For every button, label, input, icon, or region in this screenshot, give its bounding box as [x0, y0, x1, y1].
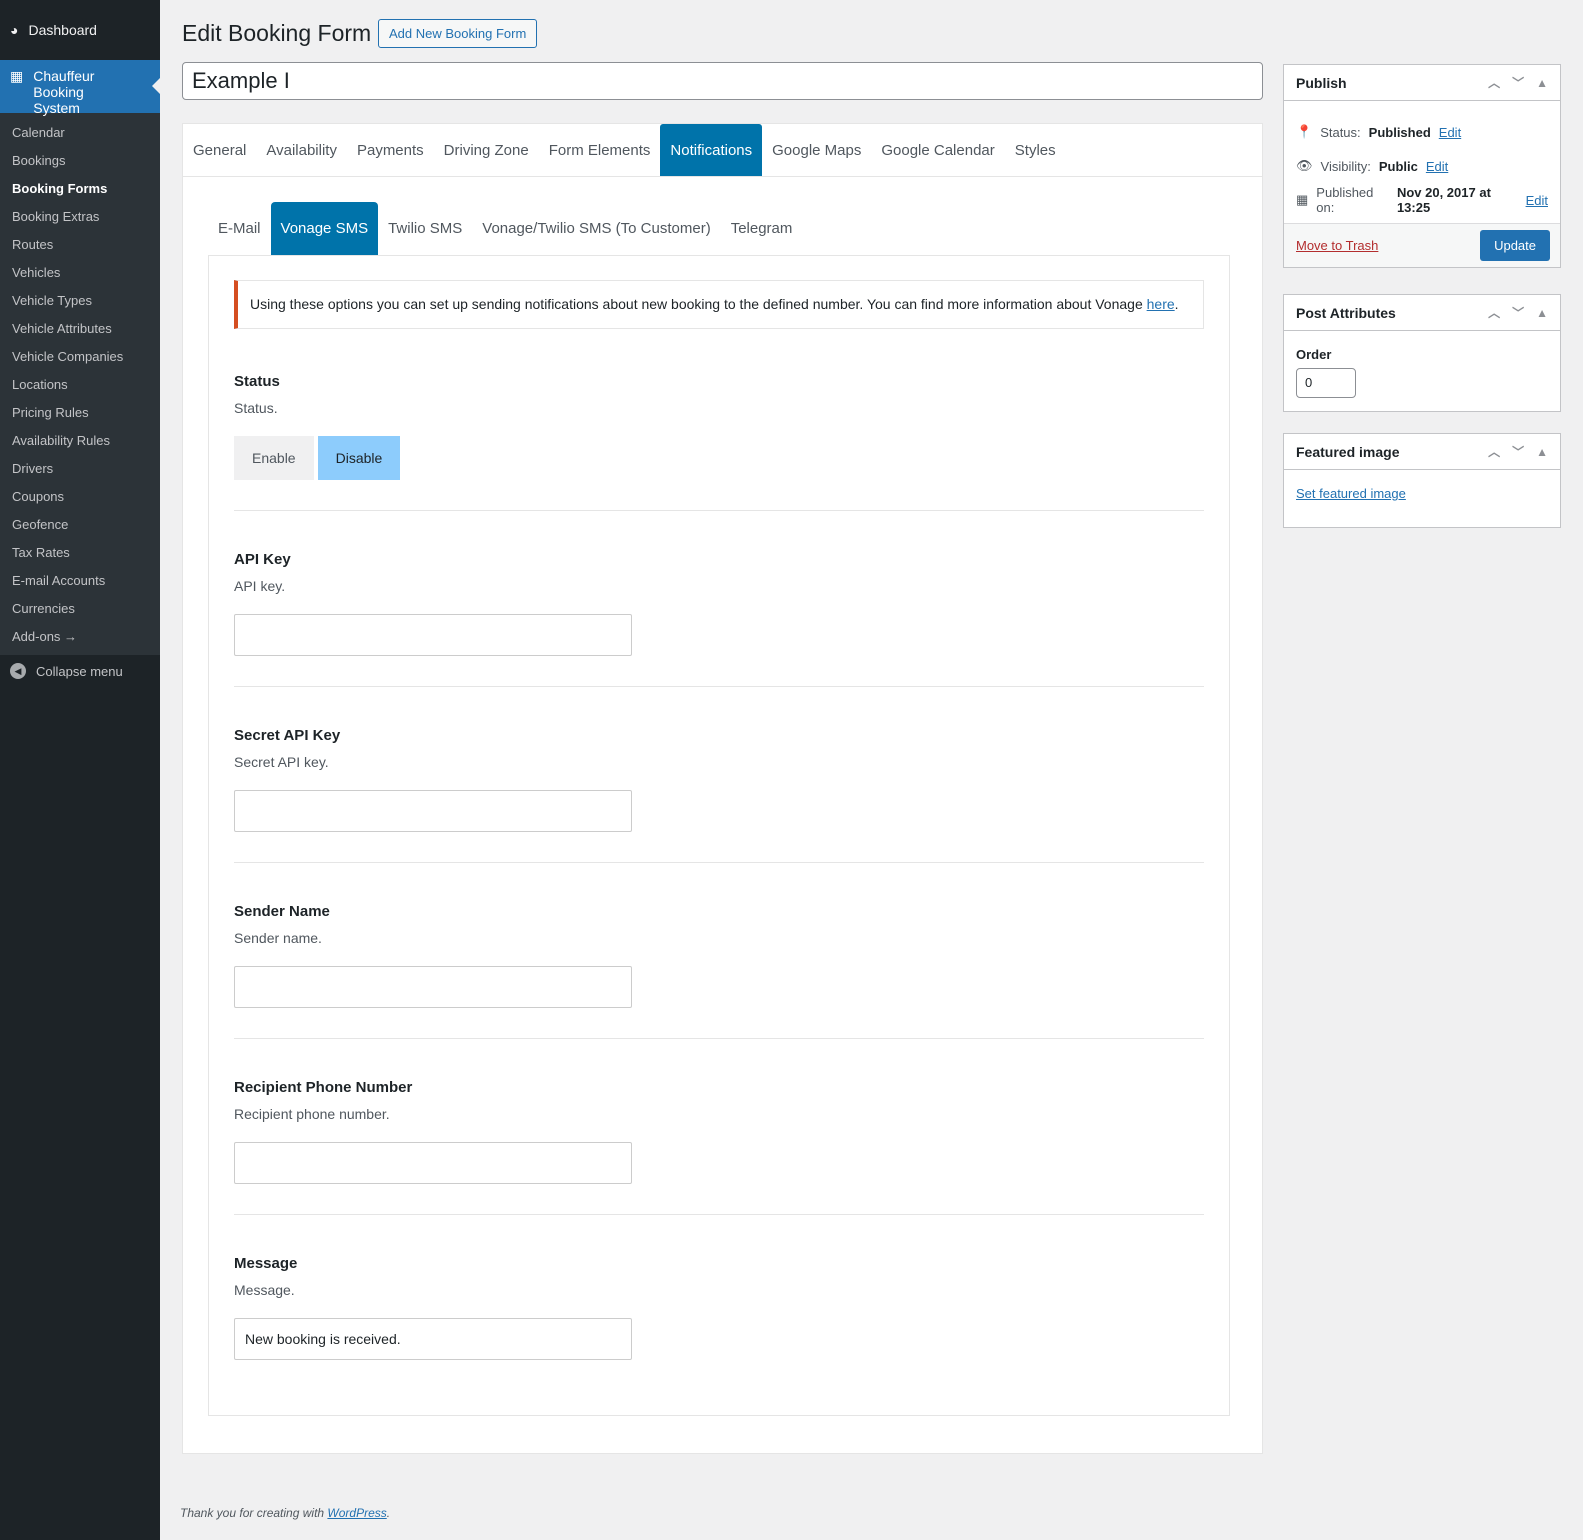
subtab-twilio-sms[interactable]: Twilio SMS: [378, 202, 472, 255]
move-down-icon[interactable]: ﹀: [1512, 304, 1524, 321]
sidebar-item-vehicle-types[interactable]: Vehicle Types: [0, 287, 160, 315]
collapse-menu[interactable]: ◀ Collapse menu: [0, 655, 160, 687]
publish-box: Publish ︿ ﹀ ▲ 📍 Status: Published Edit 👁 Visibi…: [1283, 64, 1561, 268]
pin-icon: 📍: [1296, 124, 1313, 139]
sidebar-item-drivers[interactable]: Drivers: [0, 455, 160, 483]
collapse-icon: ◀: [10, 663, 26, 679]
sidebar-item-vehicle-companies[interactable]: Vehicle Companies: [0, 343, 160, 371]
sidebar-item-availability-rules[interactable]: Availability Rules: [0, 427, 160, 455]
sender-name-input[interactable]: [234, 966, 632, 1008]
move-up-icon[interactable]: ︿: [1488, 304, 1500, 321]
submenu: Calendar Bookings Booking Forms Booking Ext…: [0, 113, 160, 655]
post-title-input[interactable]: Example I: [182, 62, 1263, 100]
sidebar-item-e-mail-accounts[interactable]: E-mail Accounts: [0, 567, 160, 595]
here-link[interactable]: here: [1147, 296, 1175, 312]
move-down-icon[interactable]: ﹀: [1512, 443, 1524, 460]
dashboard-icon: ◕: [10, 22, 19, 38]
main-tabs: General Availability Payments Driving Zone F…: [183, 124, 1262, 177]
add-new-button[interactable]: Add New Booking Form: [378, 19, 538, 48]
sidebar-item-geofence[interactable]: Geofence: [0, 511, 160, 539]
tab-google-calendar[interactable]: Google Calendar: [871, 124, 1004, 176]
subtab-telegram[interactable]: Telegram: [721, 202, 803, 255]
status-field: Status Status. Enable Disable: [234, 329, 1204, 511]
sidebar-item-currencies[interactable]: Currencies: [0, 595, 160, 623]
sidebar-item-bookings[interactable]: Bookings: [0, 147, 160, 175]
tab-notifications[interactable]: Notifications: [660, 124, 763, 176]
menu-dashboard[interactable]: ◕ Dashboard: [0, 0, 160, 60]
sidebar-item-calendar[interactable]: Calendar: [0, 119, 160, 147]
disable-button[interactable]: Disable: [317, 436, 401, 480]
eye-icon: 👁: [1296, 158, 1313, 173]
sidebar-item-tax-rates[interactable]: Tax Rates: [0, 539, 160, 567]
toggle-icon[interactable]: ▲: [1536, 306, 1548, 320]
sidebar-item-booking-extras[interactable]: Booking Extras: [0, 203, 160, 231]
toggle-icon[interactable]: ▲: [1536, 76, 1548, 90]
enable-button[interactable]: Enable: [234, 436, 314, 480]
recipient-phone-input[interactable]: [234, 1142, 632, 1184]
secret-api-key-input[interactable]: [234, 790, 632, 832]
toggle-icon[interactable]: ▲: [1536, 445, 1548, 459]
page-title: Edit Booking Form: [182, 20, 372, 46]
tab-availability[interactable]: Availability: [256, 124, 347, 176]
featured-image-box: Featured image ︿ ﹀ ▲ Set featured image: [1283, 433, 1561, 528]
set-featured-image-link[interactable]: Set featured image: [1296, 486, 1406, 501]
move-to-trash-link[interactable]: Move to Trash: [1296, 238, 1378, 253]
post-attributes-box: Post Attributes ︿ ﹀ ▲ Order 0: [1283, 294, 1561, 412]
update-button[interactable]: Update: [1480, 230, 1550, 261]
edit-date-link[interactable]: Edit: [1526, 193, 1548, 208]
tab-driving-zone[interactable]: Driving Zone: [434, 124, 539, 176]
info-notice: Using these options you can set up sendi…: [234, 280, 1204, 329]
edit-status-link[interactable]: Edit: [1439, 125, 1461, 140]
calendar-icon: ▦: [1296, 192, 1309, 207]
tab-form-elements[interactable]: Form Elements: [539, 124, 661, 176]
secret-api-key-field: Secret API Key Secret API key.: [234, 687, 1204, 863]
sidebar-item-add-ons[interactable]: Add-ons →: [0, 623, 160, 651]
footer: Thank you for creating with WordPress.: [180, 1506, 391, 1520]
tab-google-maps[interactable]: Google Maps: [762, 124, 871, 176]
move-up-icon[interactable]: ︿: [1488, 443, 1500, 460]
vonage-sms-panel: Using these options you can set up sendi…: [208, 255, 1230, 1416]
sidebar-item-coupons[interactable]: Coupons: [0, 483, 160, 511]
api-key-field: API Key API key.: [234, 511, 1204, 687]
wordpress-link[interactable]: WordPress: [327, 1506, 386, 1520]
move-up-icon[interactable]: ︿: [1488, 74, 1500, 91]
tab-styles[interactable]: Styles: [1005, 124, 1066, 176]
admin-sidebar: ◕ Dashboard ▦ Chauffeur Booking System Cal…: [0, 0, 160, 1540]
edit-visibility-link[interactable]: Edit: [1426, 159, 1448, 174]
sidebar-item-vehicle-attributes[interactable]: Vehicle Attributes: [0, 315, 160, 343]
subtab-vonage-sms[interactable]: Vonage SMS: [270, 202, 379, 255]
sidebar-item-locations[interactable]: Locations: [0, 371, 160, 399]
api-key-input[interactable]: [234, 614, 632, 656]
sidebar-item-vehicles[interactable]: Vehicles: [0, 259, 160, 287]
settings-panel: General Availability Payments Driving Zone F…: [182, 123, 1263, 1454]
calendar-icon: ▦: [10, 68, 24, 84]
menu-chauffeur-booking-system[interactable]: ▦ Chauffeur Booking System: [0, 60, 160, 116]
order-input[interactable]: 0: [1296, 368, 1356, 398]
sidebar-item-routes[interactable]: Routes: [0, 231, 160, 259]
tab-general[interactable]: General: [183, 124, 256, 176]
sidebar-item-pricing-rules[interactable]: Pricing Rules: [0, 399, 160, 427]
recipient-phone-field: Recipient Phone Number Recipient phone nu…: [234, 1039, 1204, 1215]
sender-name-field: Sender Name Sender name.: [234, 863, 1204, 1039]
notification-subtabs: E-Mail Vonage SMS Twilio SMS Vonage/Twilio …: [208, 202, 802, 255]
subtab-e-mail[interactable]: E-Mail: [208, 202, 271, 255]
tab-payments[interactable]: Payments: [347, 124, 434, 176]
message-input[interactable]: New booking is received.: [234, 1318, 632, 1360]
move-down-icon[interactable]: ﹀: [1512, 74, 1524, 91]
sidebar-item-booking-forms[interactable]: Booking Forms: [0, 175, 160, 203]
subtab-vonage-twilio-sms-to-customer[interactable]: Vonage/Twilio SMS (To Customer): [472, 202, 720, 255]
message-field: Message Message. New booking is received.: [234, 1215, 1204, 1390]
